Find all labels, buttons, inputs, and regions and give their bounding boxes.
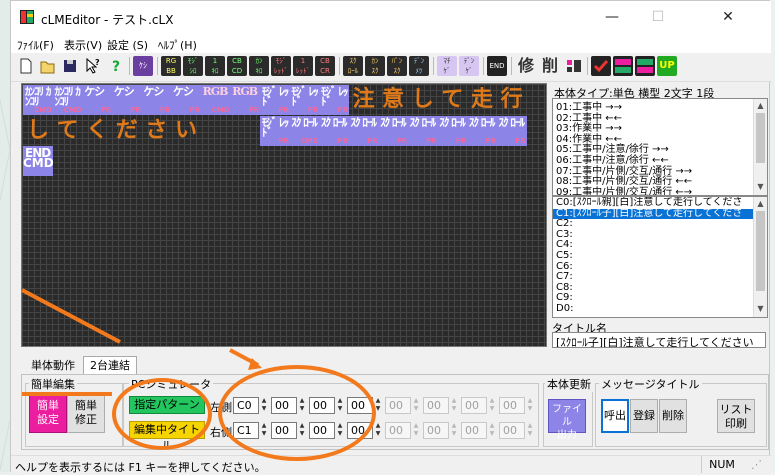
backdrop-pattern xyxy=(0,99,11,471)
annotation-ring-spin-fields xyxy=(218,365,376,461)
annotation-ring-sim-buttons xyxy=(112,378,212,450)
